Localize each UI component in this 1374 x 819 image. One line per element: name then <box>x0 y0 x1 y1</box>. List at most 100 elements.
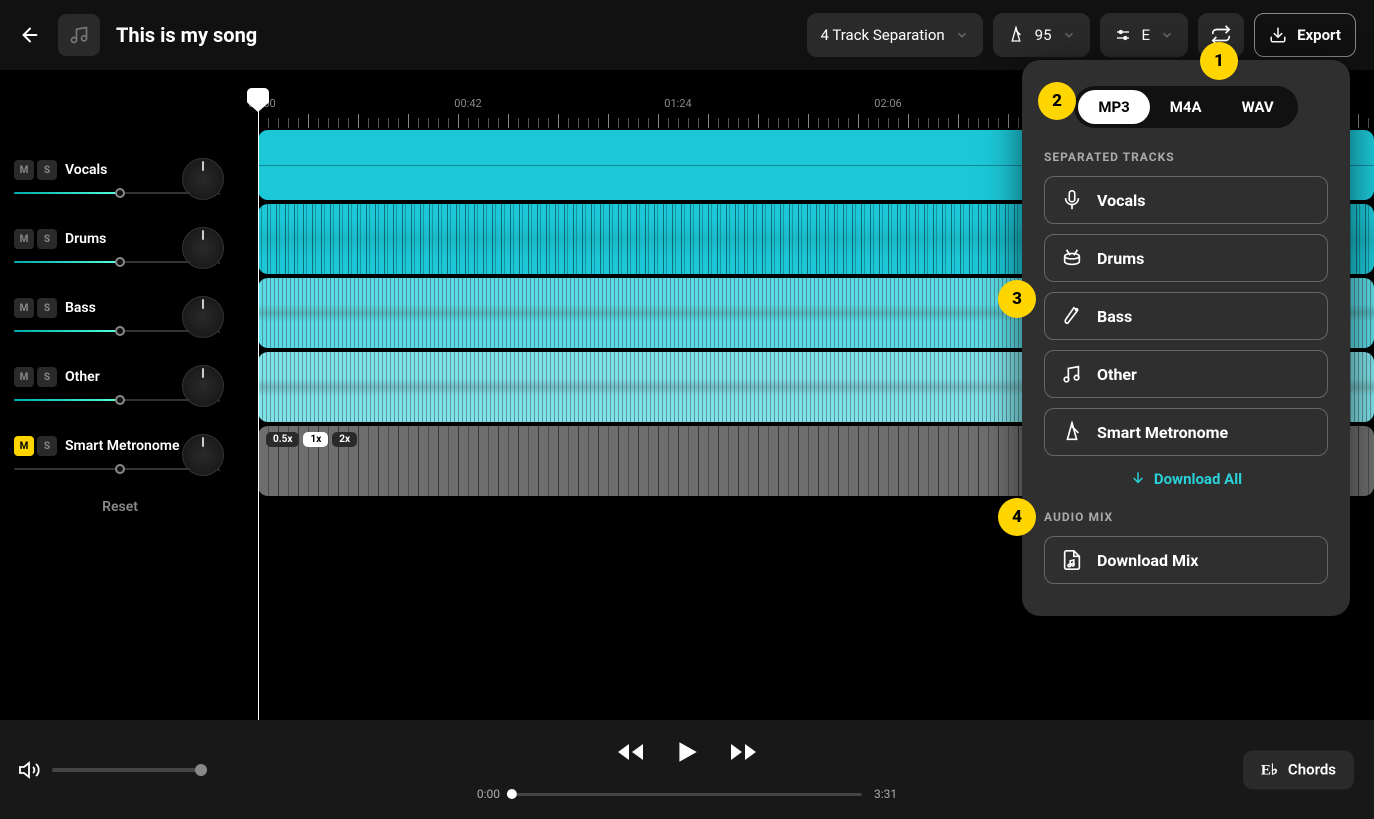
callout-badge-1: 1 <box>1200 42 1238 80</box>
pan-knob[interactable] <box>182 296 224 338</box>
back-button[interactable] <box>18 23 42 47</box>
page-title: This is my song <box>116 23 791 47</box>
chords-key: E♭ <box>1261 760 1278 779</box>
volume-slider[interactable] <box>14 261 190 263</box>
speed-selector: 0.5x 1x 2x <box>266 432 357 447</box>
mute-button[interactable]: M <box>14 436 34 456</box>
button-label: Smart Metronome <box>1097 423 1228 442</box>
track-row-metronome: M S Smart Metronome L R <box>14 436 226 473</box>
export-button[interactable]: Export <box>1254 13 1356 57</box>
metronome-icon <box>1007 26 1025 44</box>
file-audio-icon <box>1061 549 1083 571</box>
mute-button[interactable]: M <box>14 160 34 180</box>
audio-mix-label: AUDIO MIX <box>1044 510 1328 524</box>
callout-badge-2: 2 <box>1038 82 1076 120</box>
volume-slider[interactable] <box>14 330 190 332</box>
solo-button[interactable]: S <box>37 436 57 456</box>
chords-button[interactable]: E♭ Chords <box>1243 750 1354 789</box>
download-metronome-button[interactable]: Smart Metronome <box>1044 408 1328 456</box>
drums-icon <box>1061 247 1083 269</box>
track-row-drums: M S Drums L R <box>14 229 226 266</box>
download-vocals-button[interactable]: Vocals <box>1044 176 1328 224</box>
speaker-icon[interactable] <box>18 758 42 782</box>
pan-knob[interactable] <box>182 365 224 407</box>
download-all-button[interactable]: Download All <box>1044 470 1328 488</box>
button-label: Vocals <box>1097 191 1145 210</box>
fast-forward-icon <box>728 740 758 764</box>
button-label: Bass <box>1097 307 1132 326</box>
music-notes-icon <box>1061 363 1083 385</box>
transport-bar: 0:00 3:31 E♭ Chords <box>0 720 1374 819</box>
pan-knob[interactable] <box>182 227 224 269</box>
key-dropdown[interactable]: E <box>1100 13 1189 57</box>
rewind-icon <box>616 740 646 764</box>
chevron-down-icon <box>1160 28 1174 42</box>
solo-button[interactable]: S <box>37 229 57 249</box>
ruler-label: 00:00 <box>248 97 275 110</box>
download-drums-button[interactable]: Drums <box>1044 234 1328 282</box>
download-all-label: Download All <box>1154 470 1242 488</box>
callout-badge-4: 4 <box>998 498 1036 536</box>
format-option-wav[interactable]: WAV <box>1222 90 1294 124</box>
track-row-vocals: M S Vocals L R <box>14 160 226 197</box>
ruler-label: 01:24 <box>664 97 691 110</box>
pan-knob[interactable] <box>182 158 224 200</box>
time-total: 3:31 <box>874 787 897 801</box>
export-panel: MP3 M4A WAV SEPARATED TRACKS Vocals Drum… <box>1022 60 1350 616</box>
format-option-mp3[interactable]: MP3 <box>1078 90 1149 124</box>
master-volume <box>18 758 202 782</box>
speed-option[interactable]: 1x <box>303 432 328 447</box>
solo-button[interactable]: S <box>37 298 57 318</box>
download-bass-button[interactable]: Bass <box>1044 292 1328 340</box>
solo-button[interactable]: S <box>37 160 57 180</box>
rewind-button[interactable] <box>616 740 646 764</box>
download-other-button[interactable]: Other <box>1044 350 1328 398</box>
time-current: 0:00 <box>477 787 500 801</box>
volume-slider[interactable] <box>14 192 190 194</box>
mute-button[interactable]: M <box>14 229 34 249</box>
progress-slider[interactable] <box>512 793 862 796</box>
export-label: Export <box>1297 26 1341 44</box>
reset-button[interactable]: Reset <box>14 499 226 515</box>
download-icon <box>1269 26 1287 44</box>
speed-option[interactable]: 2x <box>332 432 357 447</box>
ruler-label: 00:42 <box>454 97 481 110</box>
format-selector: MP3 M4A WAV <box>1074 86 1297 128</box>
separated-tracks-label: SEPARATED TRACKS <box>1044 150 1328 164</box>
button-label: Download Mix <box>1097 551 1198 570</box>
track-row-other: M S Other L R <box>14 367 226 404</box>
speed-option[interactable]: 0.5x <box>266 432 299 447</box>
play-icon <box>674 738 700 766</box>
separation-mode-label: 4 Track Separation <box>821 26 945 44</box>
microphone-icon <box>1061 189 1083 211</box>
download-mix-button[interactable]: Download Mix <box>1044 536 1328 584</box>
play-button[interactable] <box>674 738 700 766</box>
volume-slider[interactable] <box>14 399 190 401</box>
ruler-label: 02:06 <box>874 97 901 110</box>
song-icon <box>58 14 100 56</box>
arrow-left-icon <box>19 24 41 46</box>
forward-button[interactable] <box>728 740 758 764</box>
mute-button[interactable]: M <box>14 298 34 318</box>
tempo-dropdown[interactable]: 95 <box>993 13 1090 57</box>
chevron-down-icon <box>955 28 969 42</box>
button-label: Drums <box>1097 249 1144 268</box>
key-value: E <box>1142 26 1151 44</box>
music-note-icon <box>69 25 89 45</box>
sliders-icon <box>1114 26 1132 44</box>
chevron-down-icon <box>1062 28 1076 42</box>
progress-row: 0:00 3:31 <box>477 787 897 801</box>
callout-badge-3: 3 <box>998 280 1036 318</box>
track-row-bass: M S Bass L R <box>14 298 226 335</box>
format-option-m4a[interactable]: M4A <box>1150 90 1222 124</box>
pan-knob[interactable] <box>182 434 224 476</box>
solo-button[interactable]: S <box>37 367 57 387</box>
chords-label: Chords <box>1288 761 1336 779</box>
bass-icon <box>1061 305 1083 327</box>
volume-slider[interactable] <box>14 468 190 470</box>
separation-mode-dropdown[interactable]: 4 Track Separation <box>807 13 983 57</box>
download-icon <box>1130 471 1146 487</box>
mute-button[interactable]: M <box>14 367 34 387</box>
tempo-value: 95 <box>1035 26 1052 44</box>
master-volume-slider[interactable] <box>52 768 202 772</box>
